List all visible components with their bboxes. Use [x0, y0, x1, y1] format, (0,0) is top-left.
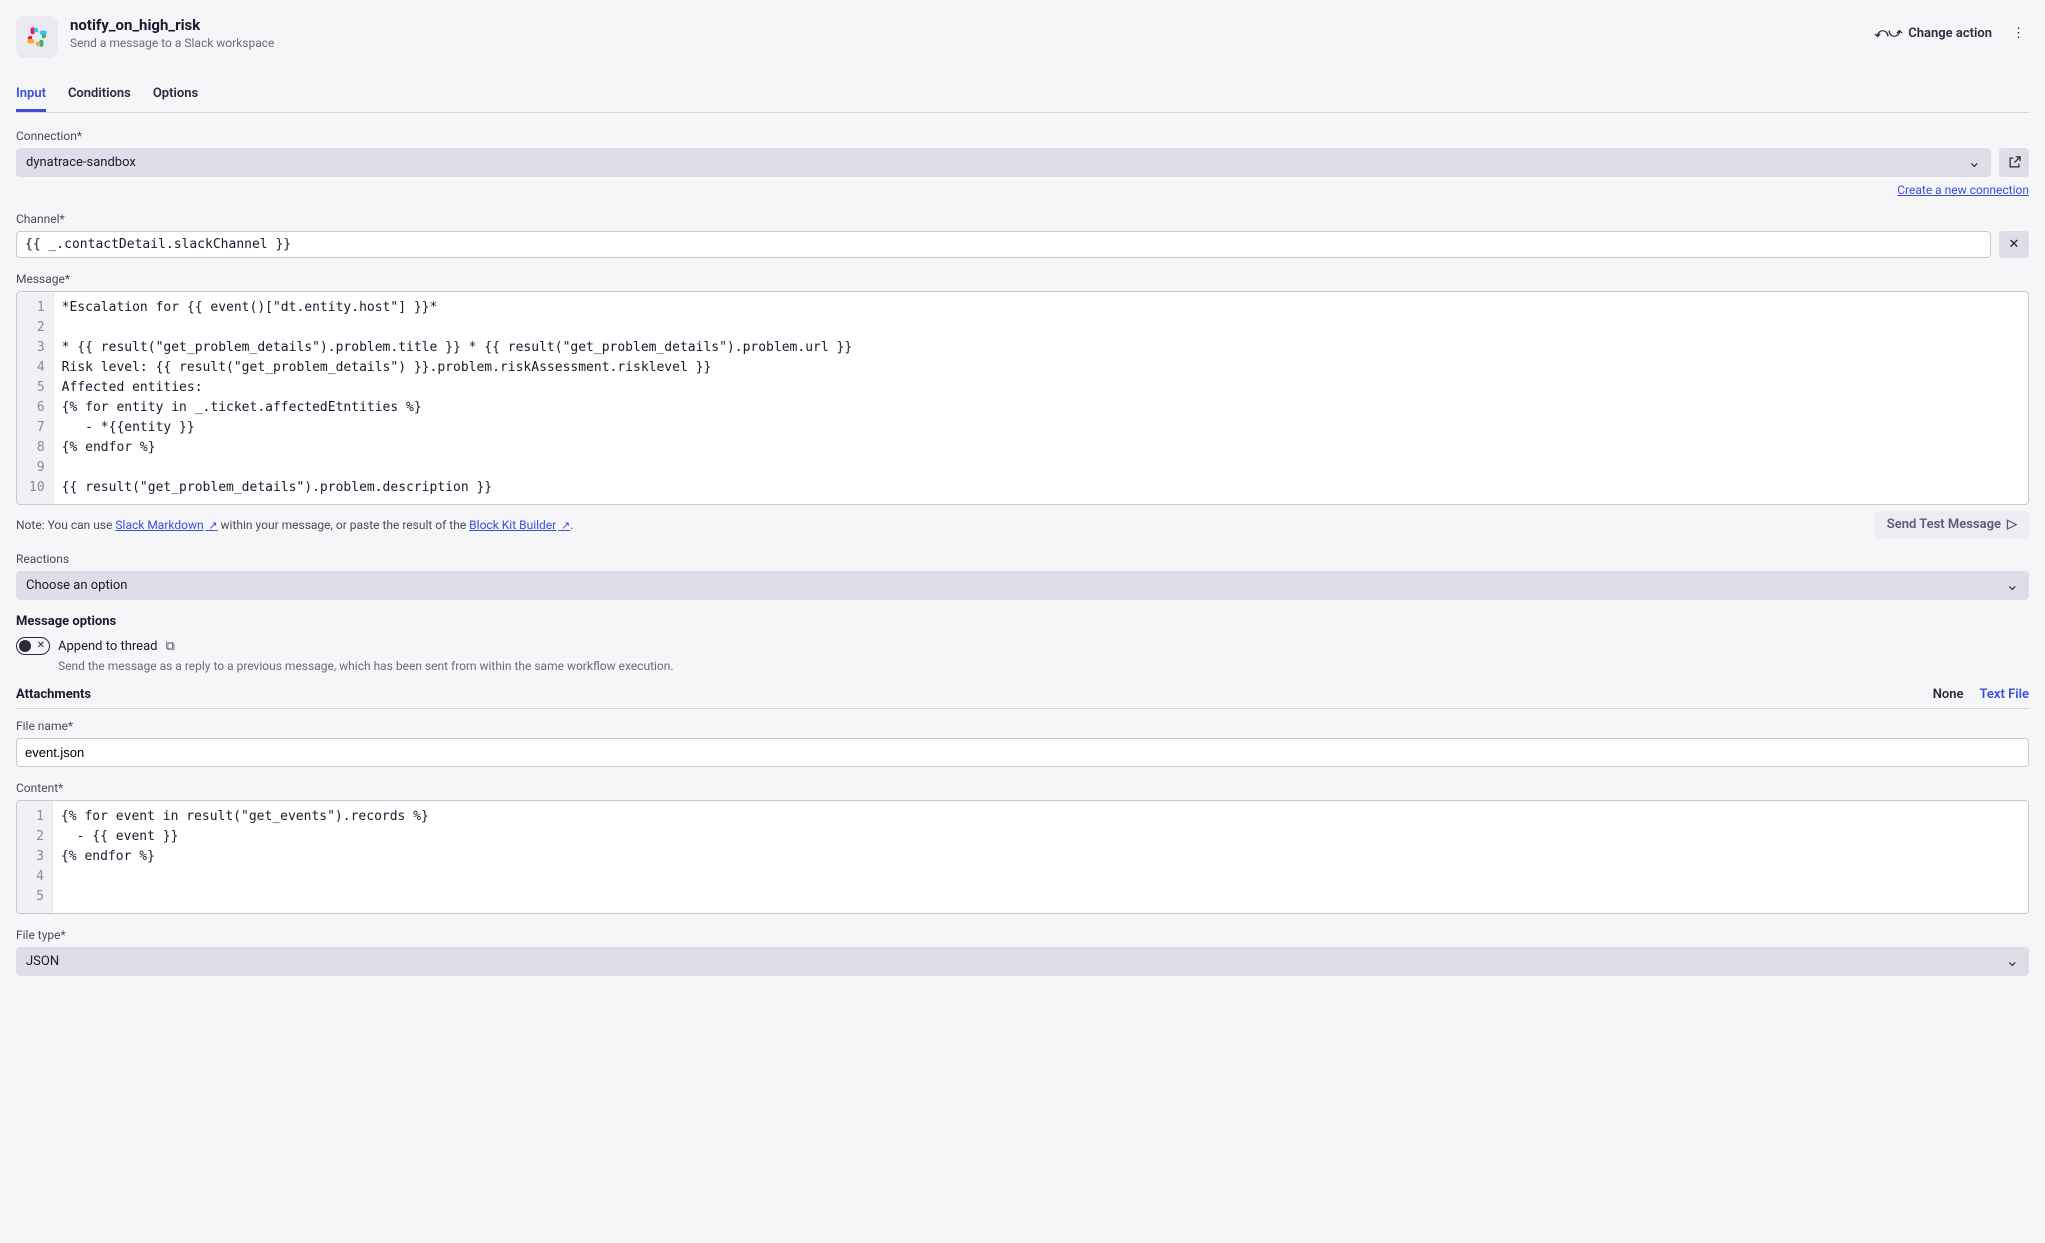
tab-conditions[interactable]: Conditions	[68, 78, 131, 112]
message-note-row: Note: You can use Slack Markdown ↗ withi…	[16, 511, 2029, 538]
append-thread-toggle[interactable]	[16, 637, 50, 655]
content-gutter: 12345	[17, 801, 53, 913]
connection-select[interactable]: dynatrace-sandbox	[16, 148, 1991, 177]
attachments-segment: None Text File	[1933, 687, 2029, 702]
send-test-label: Send Test Message	[1887, 517, 2001, 532]
edit-connection-button[interactable]	[1999, 148, 2029, 177]
connection-field: Connection* dynatrace-sandbox Create a n…	[16, 129, 2029, 198]
append-thread-label: Append to thread	[58, 639, 157, 654]
message-label: Message*	[16, 272, 2029, 286]
note-prefix: Note: You can use	[16, 518, 115, 532]
tab-input[interactable]: Input	[16, 78, 46, 112]
file-type-select[interactable]: JSON	[16, 947, 2029, 976]
content-editor[interactable]: 12345 {% for event in result("get_events…	[16, 800, 2029, 914]
content-label: Content*	[16, 781, 2029, 795]
channel-field: Channel* {{ _.contactDetail.slackChannel…	[16, 212, 2029, 258]
message-field: Message* 12345678910 *Escalation for {{ …	[16, 272, 2029, 538]
more-menu-button[interactable]: ⋮	[2008, 22, 2029, 45]
send-test-message-button[interactable]: Send Test Message ▷	[1875, 511, 2029, 538]
channel-label: Channel*	[16, 212, 2029, 226]
header-left: notify_on_high_risk Send a message to a …	[16, 16, 274, 58]
seg-text-file[interactable]: Text File	[1980, 687, 2029, 702]
message-gutter: 12345678910	[17, 292, 54, 504]
title-block: notify_on_high_risk Send a message to a …	[70, 16, 274, 58]
reactions-field: Reactions Choose an option	[16, 552, 2029, 600]
copy-icon[interactable]: ⧉	[165, 639, 174, 654]
page-title: notify_on_high_risk	[70, 16, 274, 34]
append-thread-help: Send the message as a reply to a previou…	[58, 659, 2029, 673]
file-type-value: JSON	[26, 954, 59, 969]
change-action-label: Change action	[1908, 26, 1992, 41]
connection-label: Connection*	[16, 129, 2029, 143]
file-name-label: File name*	[16, 719, 2029, 733]
send-icon: ▷	[2007, 517, 2017, 532]
channel-value: {{ _.contactDetail.slackChannel }}	[25, 237, 291, 252]
note-mid: within your message, or paste the result…	[218, 518, 470, 532]
close-icon: ✕	[2009, 237, 2020, 252]
tabs: Input Conditions Options	[16, 78, 2029, 113]
block-kit-link[interactable]: Block Kit Builder ↗	[469, 518, 570, 532]
external-edit-icon	[2007, 155, 2022, 170]
change-action-button[interactable]: ⤺⤻ Change action	[1874, 26, 1992, 41]
message-lines: *Escalation for {{ event()["dt.entity.ho…	[54, 292, 2028, 504]
reactions-placeholder: Choose an option	[26, 578, 127, 593]
slack-markdown-link[interactable]: Slack Markdown ↗	[115, 518, 217, 532]
header: notify_on_high_risk Send a message to a …	[16, 16, 2029, 58]
message-options-title: Message options	[16, 614, 2029, 629]
page-subtitle: Send a message to a Slack workspace	[70, 36, 274, 50]
file-name-input[interactable]	[16, 738, 2029, 767]
message-options-section: Message options Append to thread ⧉ Send …	[16, 614, 2029, 673]
block-kit-text: Block Kit Builder	[469, 518, 556, 532]
file-type-label: File type*	[16, 928, 2029, 942]
seg-none[interactable]: None	[1933, 687, 1964, 702]
slack-markdown-text: Slack Markdown	[115, 518, 203, 532]
connection-value: dynatrace-sandbox	[26, 155, 136, 170]
header-right: ⤺⤻ Change action ⋮	[1874, 22, 2029, 45]
external-link-icon: ↗	[558, 519, 570, 532]
slack-logo-icon	[24, 24, 50, 50]
attachments-section: Attachments None Text File File name* Co…	[16, 687, 2029, 976]
channel-input[interactable]: {{ _.contactDetail.slackChannel }}	[16, 231, 1991, 258]
file-name-field: File name*	[16, 719, 2029, 767]
attachments-header: Attachments None Text File	[16, 687, 2029, 709]
tab-options[interactable]: Options	[153, 78, 198, 112]
reactions-select[interactable]: Choose an option	[16, 571, 2029, 600]
message-note: Note: You can use Slack Markdown ↗ withi…	[16, 518, 573, 532]
clear-channel-button[interactable]: ✕	[1999, 231, 2029, 258]
slack-app-icon	[16, 16, 58, 58]
create-connection-row: Create a new connection	[16, 183, 2029, 198]
append-thread-row: Append to thread ⧉	[16, 637, 2029, 655]
message-editor[interactable]: 12345678910 *Escalation for {{ event()["…	[16, 291, 2029, 505]
attachments-title: Attachments	[16, 687, 91, 702]
note-suffix: .	[570, 518, 573, 532]
content-lines: {% for event in result("get_events").rec…	[53, 801, 2028, 913]
create-connection-link[interactable]: Create a new connection	[1897, 183, 2029, 197]
external-link-icon: ↗	[206, 519, 218, 532]
reactions-label: Reactions	[16, 552, 2029, 566]
swap-icon: ⤺⤻	[1874, 26, 1902, 41]
content-field: Content* 12345 {% for event in result("g…	[16, 781, 2029, 914]
file-type-field: File type* JSON	[16, 928, 2029, 976]
